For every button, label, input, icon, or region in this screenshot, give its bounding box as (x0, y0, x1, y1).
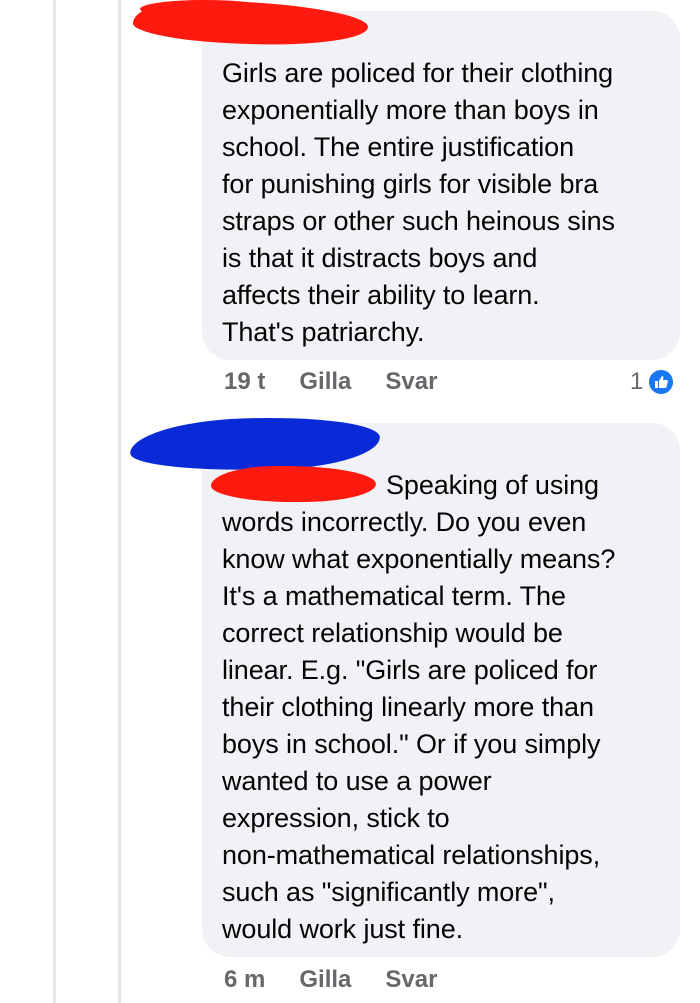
comment-text-2-first-line: Speaking of using (386, 470, 599, 500)
redacted-author-name-1-stroke (140, 0, 270, 18)
like-icon (647, 368, 676, 396)
comment-timestamp-2[interactable]: 6 m (224, 966, 265, 994)
thread-line-inner (118, 0, 121, 1003)
reply-button-2[interactable]: Svar (385, 966, 437, 994)
comment-actions-2: 6 m Gilla Svar (224, 966, 471, 994)
reply-button-1[interactable]: Svar (385, 368, 437, 396)
like-button-2[interactable]: Gilla (299, 966, 351, 994)
comment-timestamp-1[interactable]: 19 t (224, 368, 265, 396)
comment-thread: Girls are policed for their clothing exp… (0, 0, 700, 1003)
comment-text-2-body: words incorrectly. Do you even know what… (222, 507, 616, 944)
comment-text-2: Speaking of using words incorrectly. Do … (222, 467, 667, 948)
thread-line-outer (53, 0, 56, 1003)
reaction-summary-1[interactable]: 1 (630, 368, 676, 396)
comment-text-1: Girls are policed for their clothing exp… (222, 58, 615, 347)
like-button-1[interactable]: Gilla (299, 368, 351, 396)
comment-actions-1: 19 t Gilla Svar (224, 368, 471, 396)
reaction-count: 1 (630, 368, 644, 395)
